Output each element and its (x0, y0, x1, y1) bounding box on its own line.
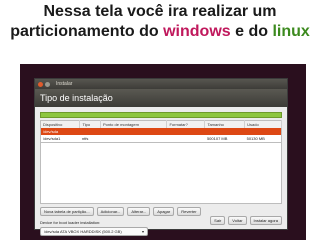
caption-line-1: Nessa tela você ira realizar um (43, 3, 277, 20)
partition-bar (40, 112, 282, 118)
col-header[interactable]: Usado (244, 120, 282, 128)
page-heading: Tipo de instalação (35, 89, 287, 107)
table-row[interactable]: /dev/sda (40, 128, 282, 135)
caption-line-2: particionamento do windows e do linux (10, 23, 310, 40)
partition-actions: Nova tabela de partição... Adicionar... … (40, 207, 282, 216)
minimize-icon[interactable] (45, 81, 50, 87)
delete-partition-button[interactable]: Apagar (153, 207, 175, 216)
screenshot-frame: Instalar Tipo de instalação Dispositivo … (20, 64, 306, 240)
window-title: Instalar (56, 81, 73, 87)
partition-table: Dispositivo Tipo Ponto de montagem Forma… (40, 120, 282, 143)
close-icon[interactable] (38, 81, 43, 87)
add-partition-button[interactable]: Adicionar... (96, 207, 125, 216)
install-now-button[interactable]: Instalar agora (249, 216, 282, 225)
revert-button[interactable]: Reverter (177, 207, 201, 216)
col-header[interactable]: Tamanho (204, 120, 246, 128)
col-header[interactable]: Ponto de montagem (100, 120, 168, 128)
quit-button[interactable]: Sair (210, 216, 226, 225)
col-header[interactable]: Dispositivo (40, 120, 81, 128)
slide-caption: Nessa tela você ira realizar um particio… (0, 2, 320, 42)
installer-window: Instalar Tipo de instalação Dispositivo … (34, 78, 288, 236)
table-empty-area (40, 143, 282, 204)
caption-windows: windows (163, 23, 231, 40)
col-header[interactable]: Tipo (79, 120, 101, 128)
chevron-down-icon: ▾ (141, 229, 144, 234)
footer-actions: Sair Voltar Instalar agora (210, 216, 282, 225)
titlebar: Instalar (35, 79, 287, 89)
caption-linux: linux (272, 23, 310, 40)
table-header: Dispositivo Tipo Ponto de montagem Forma… (40, 120, 282, 128)
back-button[interactable]: Voltar (228, 216, 247, 225)
table-row[interactable]: /dev/sda1 ntfs 500107 MB 50130 MB (41, 135, 282, 143)
new-partition-table-button[interactable]: Nova tabela de partição... (40, 207, 94, 216)
col-header[interactable]: Formatar? (166, 120, 206, 128)
bootloader-select[interactable]: /dev/sda ATA VBOX HARDDISK (500.2 GB) ▾ (40, 227, 148, 236)
change-partition-button[interactable]: Alterar... (127, 207, 151, 216)
